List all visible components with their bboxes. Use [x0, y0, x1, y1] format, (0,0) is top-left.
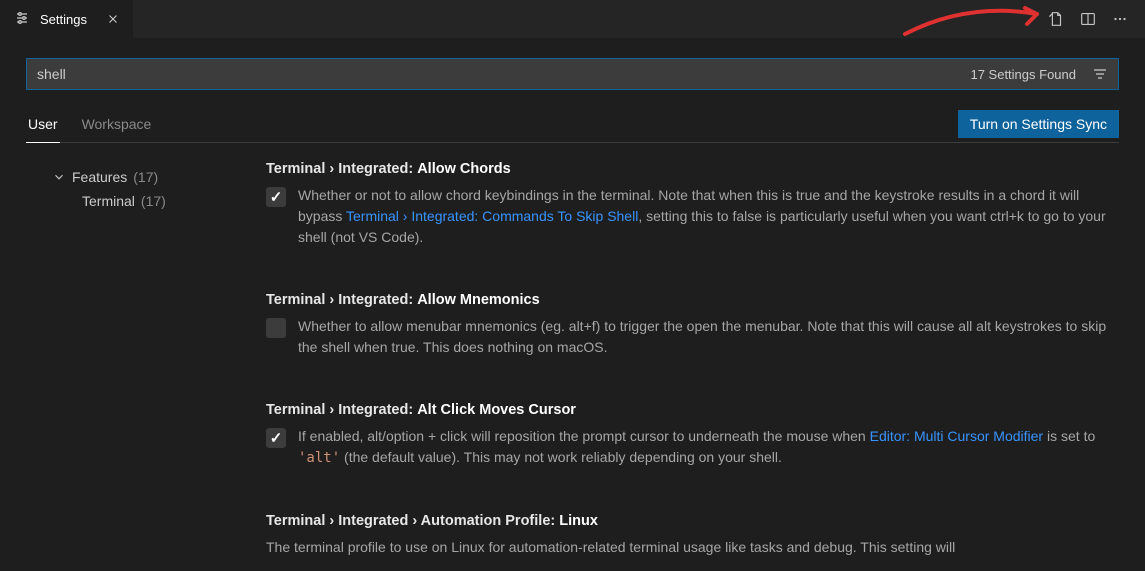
filter-icon — [1092, 66, 1108, 82]
setting-description: Whether or not to allow chord keybinding… — [298, 185, 1109, 248]
setting-name: Allow Chords — [417, 161, 510, 177]
setting-link[interactable]: Editor: Multi Cursor Modifier — [870, 428, 1044, 444]
setting-allow-mnemonics: Terminal › Integrated: Allow Mnemonics W… — [266, 292, 1109, 358]
settings-list: Terminal › Integrated: Allow Chords Whet… — [266, 161, 1119, 558]
file-icon — [1047, 10, 1065, 28]
settings-tree: Features (17) Terminal (17) — [26, 161, 266, 558]
setting-prefix: Terminal › Integrated: — [266, 161, 413, 177]
setting-prefix: Terminal › Integrated: — [266, 402, 413, 418]
setting-name: Alt Click Moves Cursor — [417, 402, 576, 418]
setting-prefix: Terminal › Integrated: — [266, 292, 413, 308]
tree-label: Terminal — [82, 193, 135, 209]
tree-item-terminal[interactable]: Terminal (17) — [26, 189, 266, 213]
settings-tab[interactable]: Settings — [0, 0, 133, 38]
tree-item-features[interactable]: Features (17) — [26, 165, 266, 189]
settings-search-input[interactable] — [27, 59, 970, 89]
open-settings-json-button[interactable] — [1045, 8, 1067, 30]
tree-label: Features — [72, 169, 127, 185]
setting-checkbox[interactable] — [266, 428, 286, 448]
split-editor-button[interactable] — [1077, 8, 1099, 30]
setting-link[interactable]: Terminal › Integrated: Commands To Skip … — [346, 208, 638, 224]
setting-checkbox[interactable] — [266, 187, 286, 207]
setting-description: The terminal profile to use on Linux for… — [266, 537, 1109, 558]
ellipsis-icon — [1111, 10, 1129, 28]
chevron-down-icon — [52, 170, 66, 184]
setting-checkbox[interactable] — [266, 318, 286, 338]
split-icon — [1079, 10, 1097, 28]
more-actions-button[interactable] — [1109, 8, 1131, 30]
search-results-count: 17 Settings Found — [970, 67, 1082, 82]
setting-description: If enabled, alt/option + click will repo… — [298, 426, 1109, 469]
setting-name: Linux — [559, 513, 598, 529]
setting-description: Whether to allow menubar mnemonics (eg. … — [298, 316, 1109, 358]
close-icon — [106, 12, 120, 26]
settings-icon — [14, 10, 30, 29]
setting-name: Allow Mnemonics — [417, 292, 539, 308]
setting-allow-chords: Terminal › Integrated: Allow Chords Whet… — [266, 161, 1109, 248]
scope-tab-workspace[interactable]: Workspace — [80, 106, 154, 142]
settings-search-container: 17 Settings Found — [26, 58, 1119, 90]
filter-button[interactable] — [1082, 66, 1118, 82]
tab-title: Settings — [40, 12, 87, 27]
scope-tab-user[interactable]: User — [26, 106, 60, 143]
tab-close-button[interactable] — [103, 9, 123, 29]
setting-prefix: Terminal › Integrated › Automation Profi… — [266, 513, 555, 529]
setting-alt-click-moves-cursor: Terminal › Integrated: Alt Click Moves C… — [266, 402, 1109, 469]
settings-sync-button[interactable]: Turn on Settings Sync — [958, 110, 1119, 138]
setting-automation-profile-linux: Terminal › Integrated › Automation Profi… — [266, 513, 1109, 558]
tree-count: (17) — [141, 193, 166, 209]
tree-count: (17) — [133, 169, 158, 185]
